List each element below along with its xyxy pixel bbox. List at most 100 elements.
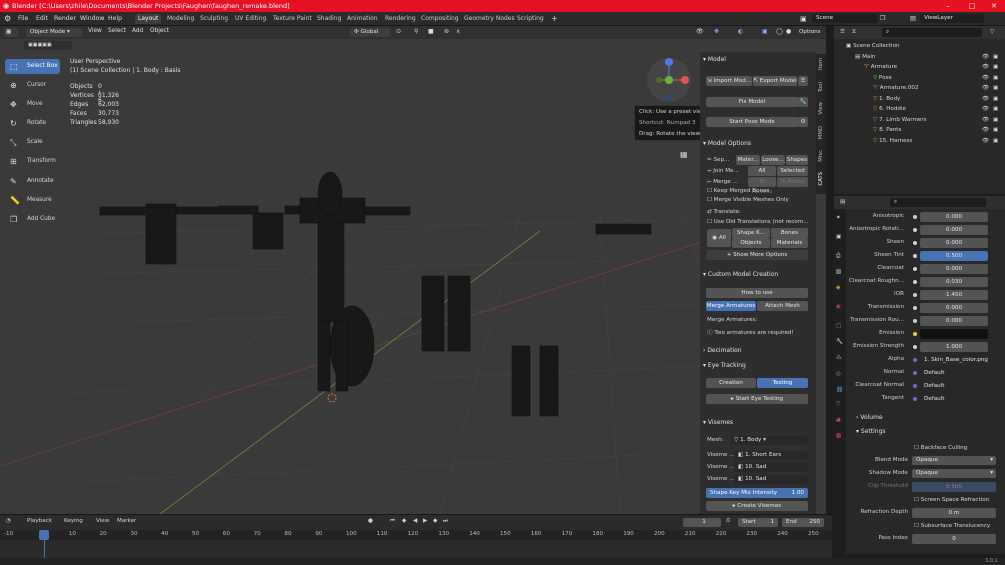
- property-value[interactable]: 0.000: [920, 316, 988, 326]
- join-selected-button[interactable]: Selected: [777, 166, 808, 176]
- tab-geometry-nodes[interactable]: Geometry Nodes: [461, 14, 518, 24]
- property-value[interactable]: 0.500: [920, 251, 988, 261]
- socket-icon[interactable]: [913, 241, 917, 245]
- property-value[interactable]: 1. Skin_Base_color.png: [920, 355, 988, 365]
- socket-icon[interactable]: [913, 280, 917, 284]
- sidebar-tab-mmd[interactable]: MMD: [818, 126, 828, 139]
- properties-search-input[interactable]: ⌕: [890, 198, 986, 207]
- tool-add-cube[interactable]: ❒ Add Cube: [5, 212, 60, 227]
- viseme-mesh-select[interactable]: ▽ 1. Body ▾: [730, 436, 808, 445]
- socket-icon[interactable]: [913, 254, 917, 258]
- outliner-item[interactable]: ▽ 1. Body: [873, 94, 900, 104]
- outliner-editor-icon[interactable]: ☰: [840, 29, 845, 35]
- outliner-item[interactable]: ♈ Armature: [864, 62, 897, 72]
- property-value[interactable]: Default: [920, 381, 988, 391]
- property-value[interactable]: 0.000: [920, 238, 988, 248]
- scene-icon[interactable]: ▣: [800, 12, 807, 26]
- menu-timeline-view[interactable]: View: [96, 518, 109, 524]
- merge-armatures-tab[interactable]: Merge Armatures: [706, 301, 756, 311]
- prev-key-icon[interactable]: ◆: [402, 518, 406, 524]
- render-visibility-icon[interactable]: ▣: [993, 73, 998, 83]
- outliner-item[interactable]: ▽ 15. Harness: [873, 136, 912, 146]
- visibility-eye-icon[interactable]: 👁: [982, 52, 989, 62]
- eye-testing-tab[interactable]: Testing: [757, 378, 808, 388]
- socket-icon[interactable]: [913, 228, 917, 232]
- menu-help[interactable]: Help: [108, 12, 122, 26]
- render-visibility-icon[interactable]: ▣: [993, 136, 998, 146]
- section-model[interactable]: ▾ Model: [703, 56, 726, 63]
- how-to-use-button[interactable]: How to use: [706, 288, 808, 298]
- subsurface-translucency-checkbox[interactable]: ☐ Subsurface Translucency: [914, 521, 990, 531]
- tool-scale[interactable]: ⤡ Scale: [5, 135, 60, 150]
- timeline-editor-icon[interactable]: ◔: [6, 518, 11, 524]
- tab-modeling[interactable]: Modeling: [164, 14, 197, 24]
- separate-materials-button[interactable]: Mater...: [736, 155, 760, 165]
- outliner-item[interactable]: ▤ Main: [855, 52, 875, 62]
- outliner-funnel-icon[interactable]: ▽: [990, 29, 994, 35]
- clip-threshold-slider[interactable]: 0.500: [912, 482, 996, 492]
- record-icon[interactable]: ●: [368, 518, 373, 524]
- start-eye-testing-button[interactable]: ▸ Start Eye Testing: [706, 394, 808, 404]
- sidebar-tab-item[interactable]: Item: [818, 58, 828, 70]
- navigation-gizmo[interactable]: [645, 56, 693, 104]
- menu-edit[interactable]: Edit: [36, 12, 48, 26]
- tool-measure[interactable]: 📏 Measure: [5, 193, 60, 208]
- tab-shading[interactable]: Shading: [314, 14, 344, 24]
- property-value[interactable]: [920, 329, 988, 339]
- tab-layout[interactable]: Layout: [135, 14, 162, 24]
- translate-materials-button[interactable]: Materials: [771, 238, 808, 248]
- texture-tab-icon[interactable]: ▩: [836, 433, 841, 439]
- visibility-eye-icon[interactable]: 👁: [982, 136, 989, 146]
- export-model-button[interactable]: ⇱ Export Model: [753, 76, 797, 86]
- render-visibility-icon[interactable]: ▣: [993, 94, 998, 104]
- shadow-mode-select[interactable]: Opaque ▾: [912, 469, 996, 478]
- property-value[interactable]: 0.030: [920, 277, 988, 287]
- eye-creation-tab[interactable]: Creation: [706, 378, 756, 388]
- tab-uv-editing[interactable]: UV Editing: [232, 14, 269, 24]
- socket-icon[interactable]: [913, 319, 917, 323]
- separate-loose-button[interactable]: Loose...: [761, 155, 785, 165]
- socket-icon[interactable]: [913, 397, 917, 401]
- outliner-search-input[interactable]: ⌕: [882, 28, 982, 37]
- ortho-toggle-icon[interactable]: ▦: [680, 150, 688, 159]
- close-window-button[interactable]: ✕: [983, 0, 1005, 12]
- separate-shapes-button[interactable]: Shapes: [786, 155, 808, 165]
- socket-icon[interactable]: [913, 358, 917, 362]
- attach-mesh-tab[interactable]: Attach Mesh: [757, 301, 808, 311]
- translate-objects-button[interactable]: Objects: [732, 238, 770, 248]
- outliner-filter-icon[interactable]: ⧖: [852, 29, 856, 36]
- clock-icon[interactable]: ⏲: [726, 518, 730, 525]
- next-key-icon[interactable]: ◆: [433, 518, 437, 524]
- refraction-depth-field[interactable]: 0 m: [912, 508, 996, 518]
- sidebar-tab-misc[interactable]: Misc: [818, 150, 828, 162]
- pass-index-field[interactable]: 0: [912, 534, 996, 544]
- section-volume[interactable]: › Volume: [856, 414, 883, 421]
- render-visibility-icon[interactable]: ▣: [993, 125, 998, 135]
- socket-icon[interactable]: [913, 384, 917, 388]
- render-visibility-icon[interactable]: ▣: [993, 52, 998, 62]
- menu-file[interactable]: File: [18, 12, 28, 26]
- data-tab-icon[interactable]: ▽: [836, 401, 840, 407]
- scene-browse-icon[interactable]: ❐: [880, 12, 886, 26]
- menu-window[interactable]: Window: [80, 12, 104, 26]
- outliner-item[interactable]: ⚲ Pose: [873, 73, 892, 83]
- tab-compositing[interactable]: Compositing: [418, 14, 462, 24]
- visibility-eye-icon[interactable]: 👁: [982, 115, 989, 125]
- merge-to-active-button[interactable]: To Active: [777, 177, 808, 187]
- tool-select-box[interactable]: ⬚ Select Box: [5, 59, 60, 74]
- sidebar-tab-tool[interactable]: Tool: [818, 82, 828, 92]
- tool-transform[interactable]: ⊞ Transform: [5, 154, 60, 169]
- visibility-eye-icon[interactable]: 👁: [982, 73, 989, 83]
- show-more-options-button[interactable]: + Show More Options: [706, 250, 808, 260]
- maximize-button[interactable]: □: [961, 0, 983, 12]
- render-visibility-icon[interactable]: ▣: [993, 115, 998, 125]
- import-model-button[interactable]: ⇲ Import Mod...: [706, 76, 752, 86]
- blender-menu-icon[interactable]: ⚙: [4, 12, 11, 26]
- tab-sculpting[interactable]: Sculpting: [197, 14, 231, 24]
- visibility-eye-icon[interactable]: 👁: [982, 83, 989, 93]
- visibility-eye-icon[interactable]: 👁: [982, 94, 989, 104]
- outliner-item[interactable]: ▣ Scene Collection: [846, 41, 900, 51]
- start-frame-field[interactable]: Start 1: [738, 518, 778, 527]
- property-value[interactable]: Default: [920, 394, 988, 404]
- section-decimation[interactable]: › Decimation: [703, 347, 742, 354]
